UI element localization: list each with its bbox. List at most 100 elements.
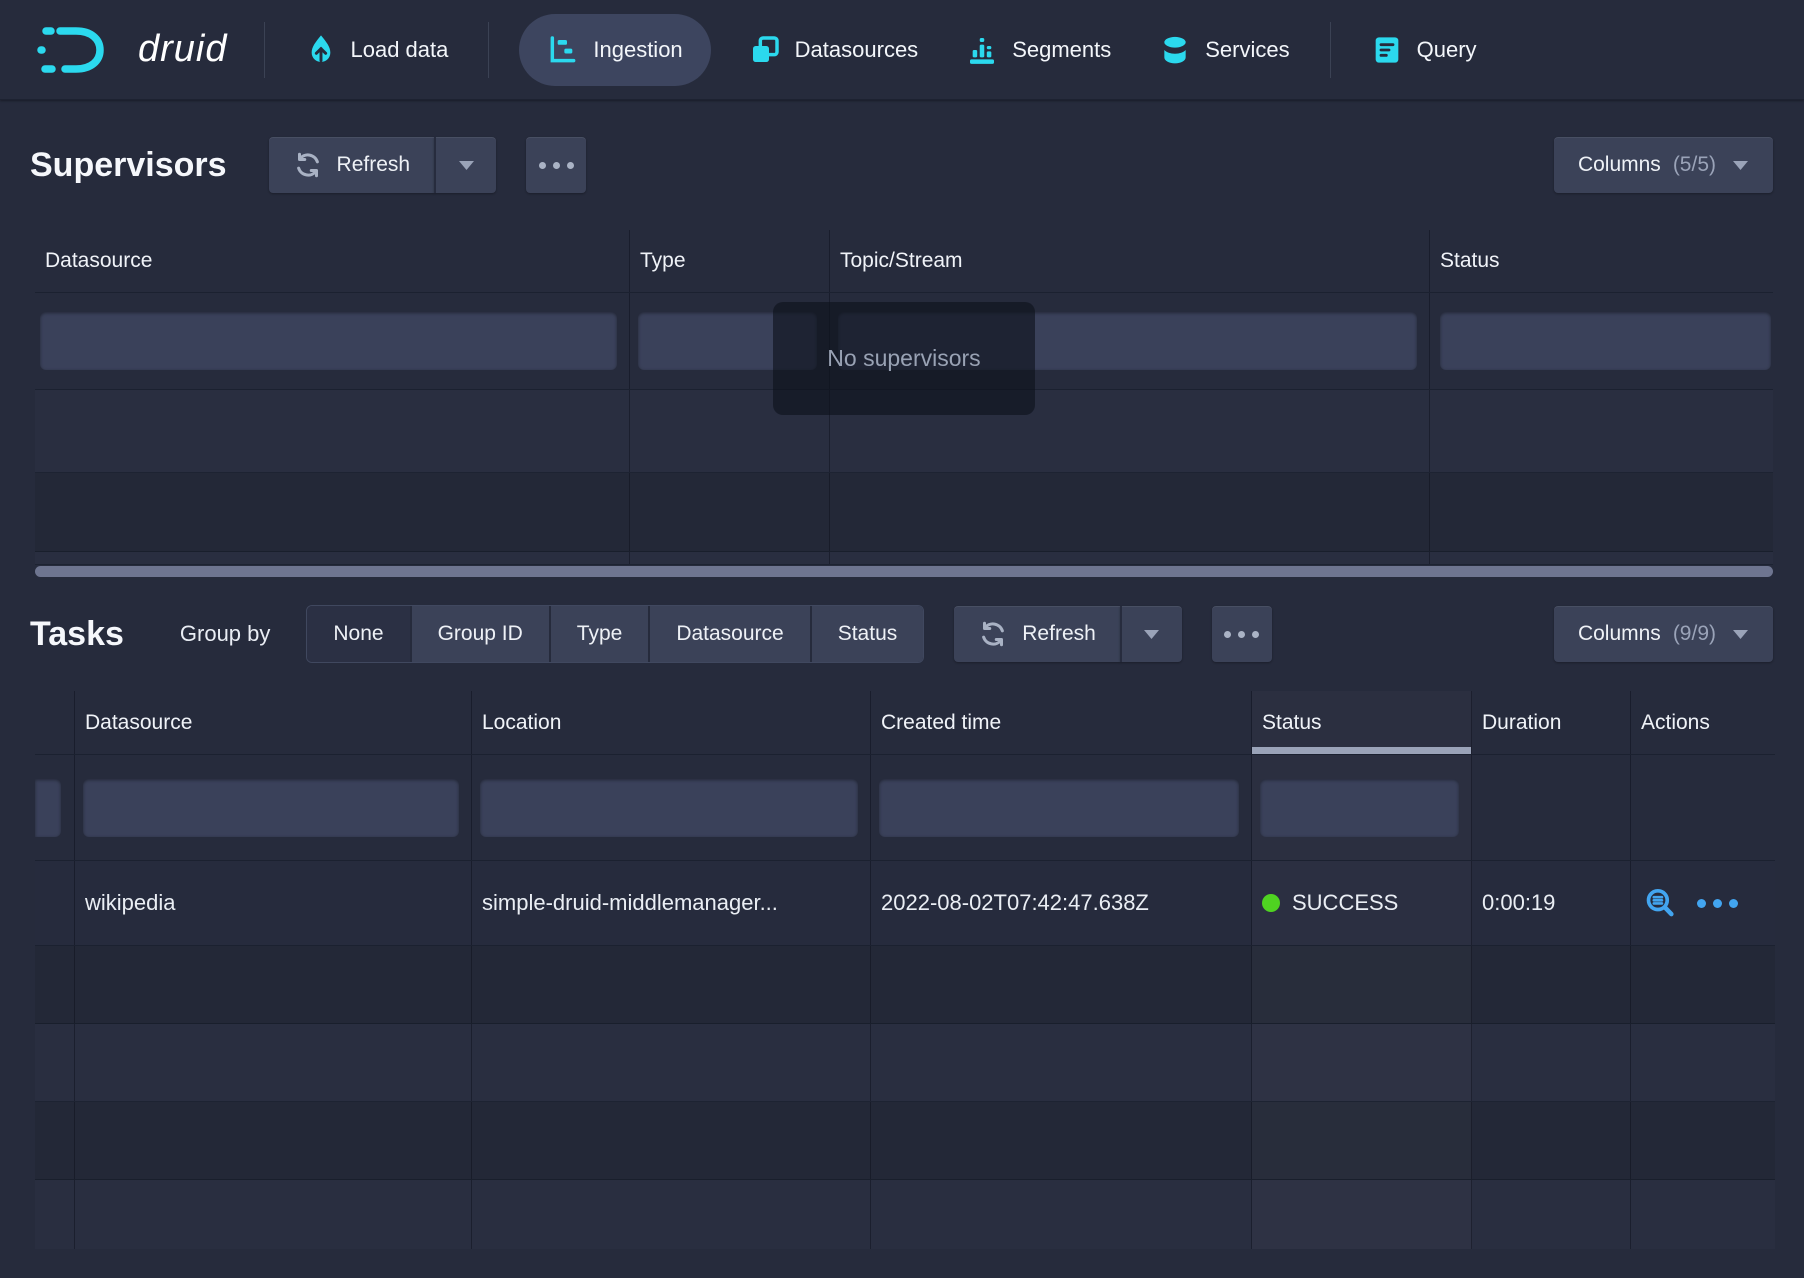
tasks-refresh-button[interactable]: Refresh <box>954 606 1120 662</box>
group-by-group-id-button[interactable]: Group ID <box>410 606 549 662</box>
empty-cell <box>35 1180 75 1249</box>
supervisors-columns-button[interactable]: Columns (5/5) <box>1554 137 1773 193</box>
group-by-status-button[interactable]: Status <box>810 606 924 662</box>
group-by-label: Group by <box>180 621 271 647</box>
column-header-datasource[interactable]: Datasource <box>75 691 472 754</box>
empty-cell <box>1631 1102 1775 1179</box>
empty-cell <box>35 390 630 472</box>
tasks-more-button[interactable] <box>1212 606 1272 662</box>
empty-cell <box>1631 946 1775 1023</box>
columns-label: Columns <box>1578 153 1661 177</box>
druid-logo-icon <box>36 22 128 78</box>
group-by-type-button[interactable]: Type <box>549 606 649 662</box>
empty-cell <box>472 1180 871 1249</box>
caret-down-icon <box>1732 160 1749 171</box>
tasks-columns-button[interactable]: Columns (9/9) <box>1554 606 1773 662</box>
empty-cell <box>1252 1180 1472 1249</box>
empty-cell <box>1252 1102 1472 1179</box>
supervisors-more-button[interactable] <box>526 137 586 193</box>
status-success-dot <box>1262 894 1280 912</box>
empty-cell <box>472 946 871 1023</box>
task-row[interactable]: wikipedia simple-druid-middlemanager... … <box>35 861 1775 946</box>
tab-ingestion[interactable]: Ingestion <box>519 14 710 86</box>
tab-label: Ingestion <box>593 37 682 63</box>
empty-cell <box>1631 1180 1775 1249</box>
supervisors-refresh-caret-button[interactable] <box>434 137 496 193</box>
task-status-filter-input[interactable] <box>1260 779 1459 837</box>
nav-divider <box>1330 22 1331 78</box>
filter-cell <box>1430 293 1773 389</box>
empty-cell <box>35 946 75 1023</box>
task-row-more-button[interactable] <box>1697 899 1738 908</box>
brand-text: druid <box>138 28 234 71</box>
column-header-type[interactable]: Type <box>630 230 830 292</box>
supervisors-header-row: Datasource Type Topic/Stream Status <box>35 230 1773 293</box>
supervisors-refresh-button[interactable]: Refresh <box>269 137 435 193</box>
empty-table-row <box>35 1180 1775 1249</box>
task-datasource-cell: wikipedia <box>75 861 472 945</box>
empty-cell <box>472 1102 871 1179</box>
services-icon <box>1159 34 1191 66</box>
column-header-status[interactable]: Status <box>1430 230 1773 292</box>
empty-cell <box>35 473 630 551</box>
column-header-status[interactable]: Status <box>1252 691 1472 754</box>
tab-services[interactable]: Services <box>1149 14 1299 86</box>
task-status-cell: SUCCESS <box>1252 861 1472 945</box>
supervisor-status-filter-input[interactable] <box>1440 312 1771 370</box>
column-header-clipped[interactable] <box>35 691 75 754</box>
caret-down-icon <box>458 160 475 171</box>
nav-item-load-data[interactable]: Load data <box>295 14 459 86</box>
tasks-toolbar: Tasks Group by None Group ID Type Dataso… <box>0 577 1804 691</box>
column-header-actions[interactable]: Actions <box>1631 691 1775 754</box>
empty-cell <box>1252 1024 1472 1101</box>
supervisors-refresh-split: Refresh <box>269 137 497 193</box>
sort-indicator <box>1252 747 1471 754</box>
horizontal-scrollbar[interactable] <box>35 566 1773 577</box>
column-header-created-time[interactable]: Created time <box>871 691 1252 754</box>
nav-divider <box>264 22 265 78</box>
task-details-button[interactable] <box>1643 886 1677 920</box>
task-id-cell <box>35 861 75 945</box>
status-label: SUCCESS <box>1292 890 1398 916</box>
refresh-label: Refresh <box>337 153 411 177</box>
caret-down-icon <box>1732 629 1749 640</box>
empty-cell <box>871 1180 1252 1249</box>
supervisors-table: Datasource Type Topic/Stream Status No s… <box>35 230 1773 565</box>
search-details-icon <box>1643 886 1677 920</box>
druid-logo: druid <box>36 22 234 78</box>
tasks-filter-row <box>35 755 1775 861</box>
load-data-icon <box>305 34 337 66</box>
tab-query[interactable]: Query <box>1361 14 1487 86</box>
tasks-header-row: Datasource Location Created time Status … <box>35 691 1775 755</box>
empty-cell <box>35 552 630 564</box>
column-header-duration[interactable]: Duration <box>1472 691 1631 754</box>
empty-cell <box>1472 1102 1631 1179</box>
refresh-icon <box>293 150 323 180</box>
task-location-filter-input[interactable] <box>480 779 858 837</box>
refresh-icon <box>978 619 1008 649</box>
tasks-refresh-caret-button[interactable] <box>1120 606 1182 662</box>
empty-cell <box>75 1102 472 1179</box>
task-created-time-filter-input[interactable] <box>879 779 1239 837</box>
empty-cell <box>75 946 472 1023</box>
tab-label: Datasources <box>795 37 919 63</box>
tab-label: Query <box>1417 37 1477 63</box>
empty-table-row <box>35 473 1773 552</box>
empty-cell <box>75 1024 472 1101</box>
column-header-location[interactable]: Location <box>472 691 871 754</box>
group-by-none-button[interactable]: None <box>307 606 409 662</box>
no-supervisors-message: No supervisors <box>773 302 1035 415</box>
segments-icon <box>966 34 998 66</box>
more-icon <box>539 162 574 169</box>
task-datasource-filter-input[interactable] <box>83 779 459 837</box>
empty-cell <box>35 1102 75 1179</box>
column-header-datasource[interactable]: Datasource <box>35 230 630 292</box>
supervisor-datasource-filter-input[interactable] <box>40 312 617 370</box>
tab-datasources[interactable]: Datasources <box>739 14 929 86</box>
task-id-filter-input[interactable] <box>35 779 61 837</box>
tab-segments[interactable]: Segments <box>956 14 1121 86</box>
row-more-icon <box>1697 899 1738 908</box>
group-by-datasource-button[interactable]: Datasource <box>648 606 809 662</box>
column-header-topic-stream[interactable]: Topic/Stream <box>830 230 1430 292</box>
empty-cell <box>1472 1180 1631 1249</box>
